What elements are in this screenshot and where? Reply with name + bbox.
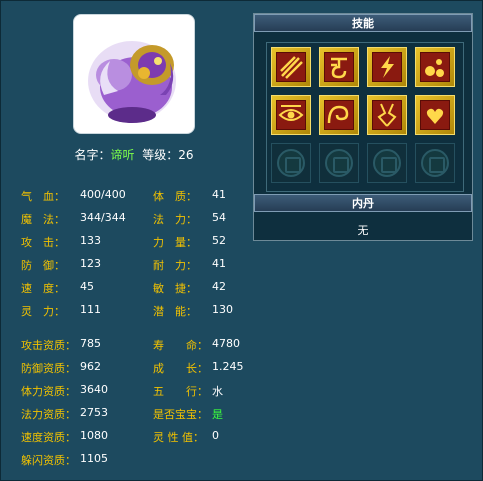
aptitude-value: 0 — [212, 429, 219, 442]
aptitude-value: 是 — [212, 408, 223, 421]
orbs-icon — [420, 52, 450, 82]
stat-label: 灵 力： — [21, 305, 65, 318]
stat-label: 法 力： — [153, 213, 197, 226]
stat-label: 气 血： — [21, 190, 65, 203]
stat-label: 体 质： — [153, 190, 197, 203]
skill-slot-3[interactable] — [367, 47, 407, 87]
pet-portrait-image — [88, 41, 176, 123]
skill-slot-4[interactable] — [415, 47, 455, 87]
stat-value: 52 — [212, 234, 226, 247]
pet-level: 26 — [178, 148, 194, 162]
pet-name-line: 名字：谛听 等级：26 — [1, 146, 267, 163]
wave-spiral-icon — [324, 100, 354, 130]
empty-slot-icon — [325, 149, 353, 177]
stat-value: 111 — [80, 303, 101, 316]
skill-slot-1[interactable] — [271, 47, 311, 87]
rune-scroll-icon — [324, 52, 354, 82]
heart-wings-icon — [420, 100, 450, 130]
aptitude-label: 成 长： — [153, 362, 208, 375]
stat-value: 54 — [212, 211, 226, 224]
stat-label: 魔 法： — [21, 213, 65, 226]
empty-slot-icon — [277, 149, 305, 177]
skill-slot-9[interactable] — [271, 143, 311, 183]
aptitude-value: 3640 — [80, 383, 108, 396]
skill-slot-6[interactable] — [319, 95, 359, 135]
aptitude-value: 962 — [80, 360, 101, 373]
stat-label: 耐 力： — [153, 259, 197, 272]
stat-value: 400/400 — [80, 188, 126, 201]
aptitude-label: 攻击资质： — [21, 339, 76, 352]
aptitude-label: 躲闪资质： — [21, 454, 76, 467]
aptitude-label: 法力资质： — [21, 408, 76, 421]
pet-name: 谛听 — [110, 148, 135, 162]
skills-title: 技能 — [254, 14, 472, 32]
empty-slot-icon — [373, 149, 401, 177]
stat-label: 力 量： — [153, 236, 197, 249]
skill-slot-8[interactable] — [415, 95, 455, 135]
aptitude-value: 1.245 — [212, 360, 244, 373]
stat-value: 42 — [212, 280, 226, 293]
lightning-icon — [372, 52, 402, 82]
skill-slot-2[interactable] — [319, 47, 359, 87]
pet-info-window: 名字：谛听 等级：26 气 血： 400/400 魔 法： 344/344 攻 … — [0, 0, 483, 481]
stat-label: 防 御： — [21, 259, 65, 272]
level-label: 等级： — [142, 148, 179, 162]
aptitude-label: 速度资质： — [21, 431, 76, 444]
aptitude-value: 4780 — [212, 337, 240, 350]
stat-label: 攻 击： — [21, 236, 65, 249]
blood-crack-icon — [372, 100, 402, 130]
empty-slot-icon — [421, 149, 449, 177]
aptitude-label: 防御资质： — [21, 362, 76, 375]
skill-slot-5[interactable] — [271, 95, 311, 135]
stat-value: 45 — [80, 280, 94, 293]
neidan-value: 无 — [357, 224, 369, 237]
stat-label: 速 度： — [21, 282, 65, 295]
claw-strike-icon — [276, 52, 306, 82]
skill-slot-10[interactable] — [319, 143, 359, 183]
stat-value: 133 — [80, 234, 101, 247]
skill-slot-7[interactable] — [367, 95, 407, 135]
eye-symbol-icon — [276, 100, 306, 130]
aptitude-value: 785 — [80, 337, 101, 350]
stat-label: 敏 捷： — [153, 282, 197, 295]
neidan-title: 内丹 — [254, 194, 472, 212]
skill-slot-12[interactable] — [415, 143, 455, 183]
stat-value: 123 — [80, 257, 101, 270]
pet-portrait — [73, 14, 195, 134]
stat-value: 41 — [212, 257, 226, 270]
skills-panel: 技能 内丹 无 — [253, 13, 473, 241]
aptitude-value: 2753 — [80, 406, 108, 419]
name-label: 名字： — [74, 148, 111, 162]
aptitude-value: 1080 — [80, 429, 108, 442]
aptitude-label: 五 行： — [153, 385, 208, 398]
stat-label: 潜 能： — [153, 305, 197, 318]
aptitude-label: 体力资质： — [21, 385, 76, 398]
aptitude-value: 水 — [212, 385, 223, 398]
aptitude-label: 灵 性 值： — [153, 431, 204, 444]
aptitude-label: 是否宝宝： — [153, 408, 208, 421]
aptitude-label: 寿 命： — [153, 339, 208, 352]
skill-grid — [266, 42, 464, 192]
aptitude-value: 1105 — [80, 452, 108, 465]
stat-value: 130 — [212, 303, 233, 316]
skill-slot-11[interactable] — [367, 143, 407, 183]
stat-value: 41 — [212, 188, 226, 201]
stat-value: 344/344 — [80, 211, 126, 224]
